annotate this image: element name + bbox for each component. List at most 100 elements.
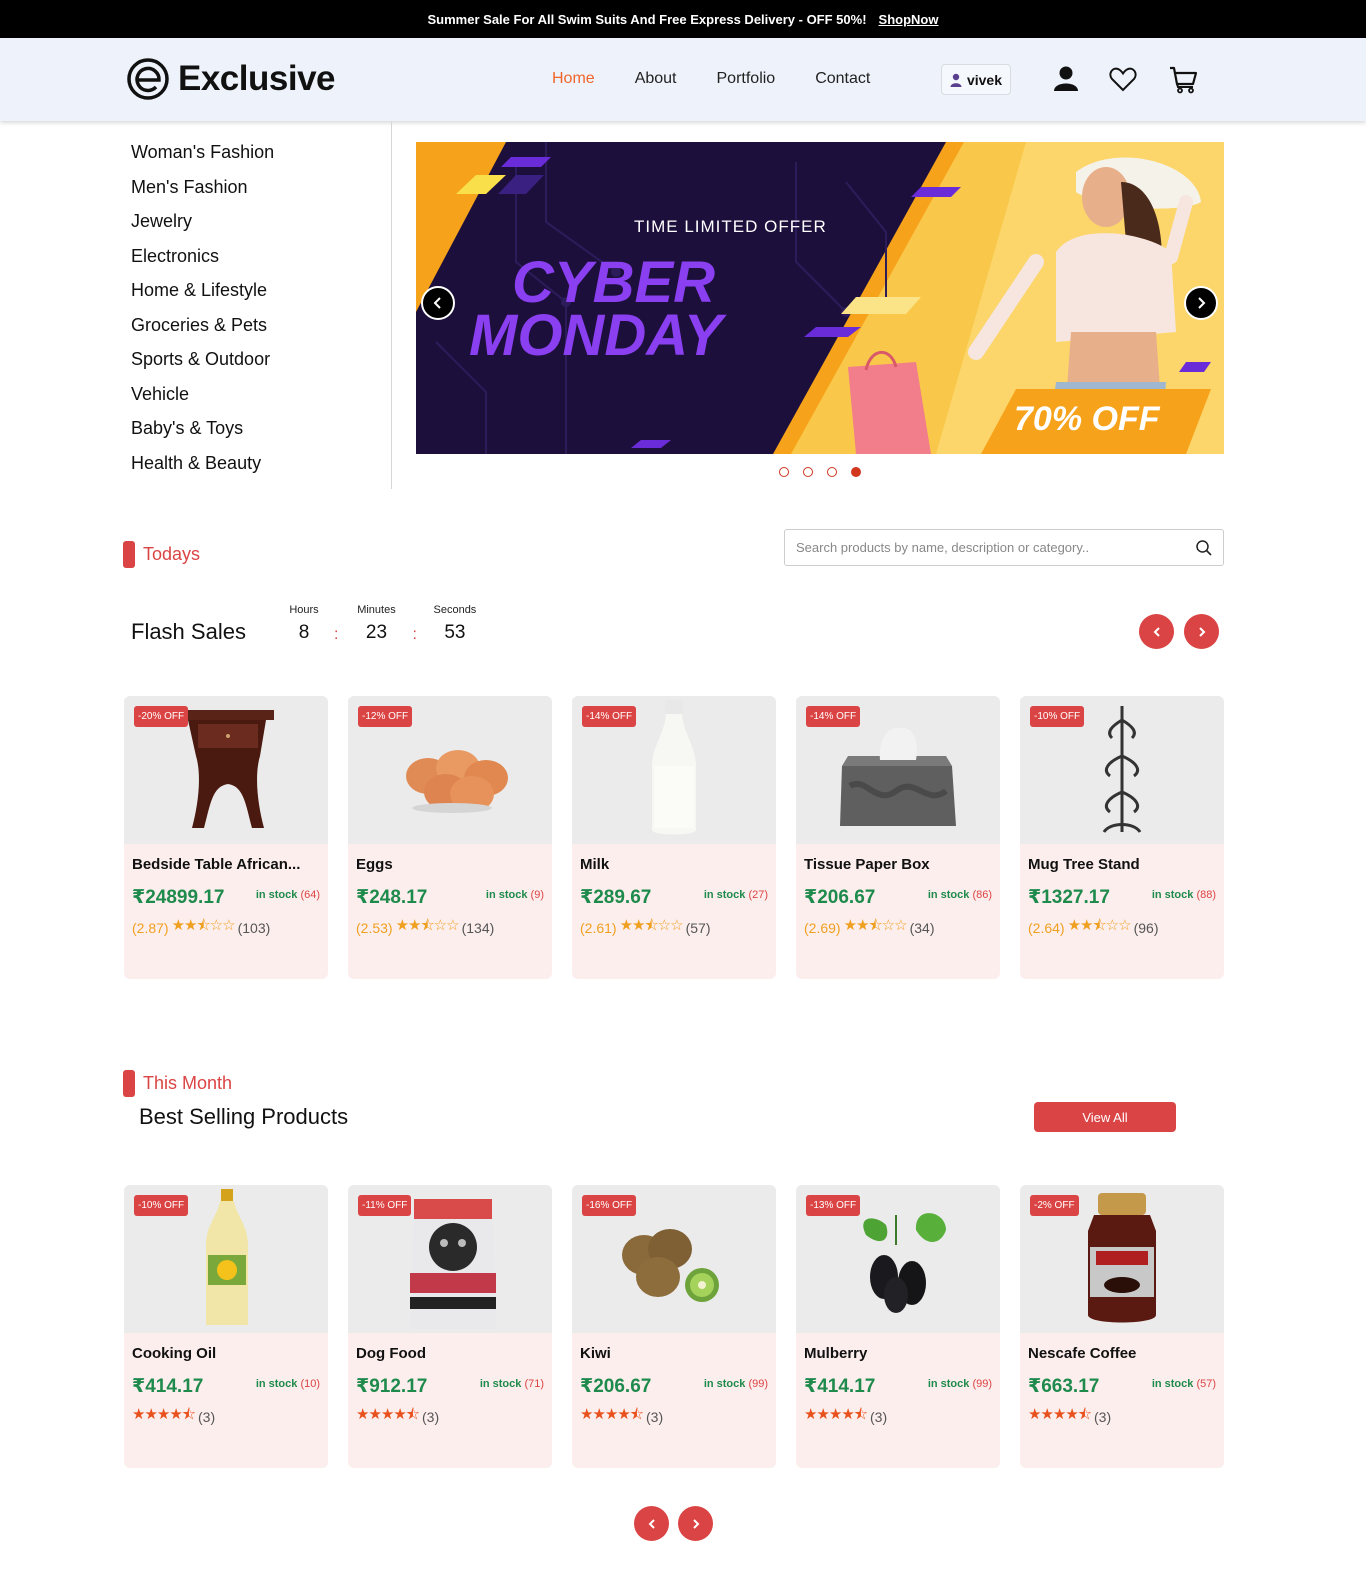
product-price: ₹206.67 [580, 1376, 652, 1397]
timer-minutes-label: Minutes [357, 604, 396, 616]
rating-stars: ★★⯪☆☆ [619, 917, 684, 934]
timer-hours-label: Hours [289, 604, 319, 616]
rating-value: (2.61) [580, 919, 617, 936]
best-selling-prev-button[interactable] [634, 1506, 669, 1541]
flash-sales-title: Flash Sales [131, 619, 246, 644]
hero-dot-1[interactable] [779, 467, 789, 477]
product-card[interactable]: -14% OFF Tissue Paper Box ₹206.67 in stock … [796, 696, 1000, 979]
best-selling-next-button[interactable] [678, 1506, 713, 1541]
category-groceries-pets[interactable]: Groceries & Pets [131, 313, 391, 348]
todays-tag-label: Todays [143, 544, 201, 564]
product-name: Kiwi [580, 1345, 611, 1362]
cart-icon[interactable] [1168, 64, 1198, 94]
category-vehicle[interactable]: Vehicle [131, 382, 391, 417]
flash-prev-button[interactable] [1139, 614, 1174, 649]
todays-tag: Todays [123, 541, 200, 568]
best-selling-title: Best Selling Products [139, 1104, 349, 1129]
category-health-beauty[interactable]: Health & Beauty [131, 451, 391, 486]
rating-stars: ★★⯪☆☆ [1067, 917, 1132, 934]
product-card[interactable]: -12% OFF Eggs ₹248.17 in stock (9) (2.53) ★★⯪… [348, 696, 552, 979]
product-name: Cooking Oil [132, 1345, 217, 1362]
search-input[interactable] [785, 530, 1175, 565]
product-rating: ★★★★⯪ (3) [804, 1404, 887, 1429]
search-icon[interactable] [1195, 539, 1213, 557]
category-mens-fashion[interactable]: Men's Fashion [131, 175, 391, 210]
product-name: Eggs [356, 856, 393, 873]
product-price: ₹663.17 [1028, 1376, 1100, 1397]
sidebar-divider [391, 121, 392, 489]
product-price: ₹24899.17 [132, 887, 225, 908]
hero-kicker: TIME LIMITED OFFER [634, 217, 827, 236]
rating-stars: ★★★★⯪ [580, 1406, 644, 1423]
user-chip[interactable]: vivek [941, 64, 1011, 95]
stock-count: (99) [748, 1378, 768, 1390]
category-electronics[interactable]: Electronics [131, 244, 391, 279]
discount-badge: -12% OFF [358, 706, 413, 727]
category-home-lifestyle[interactable]: Home & Lifestyle [131, 278, 391, 313]
nav-contact[interactable]: Contact [815, 70, 870, 88]
hero-dot-4[interactable] [851, 467, 861, 477]
logo[interactable]: Exclusive [126, 57, 336, 101]
shop-now-link[interactable]: ShopNow [879, 12, 939, 27]
product-name: Mug Tree Stand [1028, 856, 1140, 873]
nav-about[interactable]: About [635, 70, 677, 88]
hero-dot-3[interactable] [827, 467, 837, 477]
product-card[interactable]: -14% OFF Milk ₹289.67 in stock (27) (2.61) ★★… [572, 696, 776, 979]
category-womans-fashion[interactable]: Woman's Fashion [131, 140, 391, 175]
review-count: (57) [685, 919, 711, 936]
category-jewelry[interactable]: Jewelry [131, 209, 391, 244]
hero-pagination [779, 467, 861, 477]
timer-seconds-value: 53 [444, 622, 466, 643]
product-card[interactable]: -20% OFF Bedside Table African... ₹24899.1… [124, 696, 328, 979]
stock-count: (99) [972, 1378, 992, 1390]
stock-status: in stock (71) [479, 1378, 544, 1390]
user-name: vivek [966, 71, 1003, 88]
product-rating: (2.69) ★★⯪☆☆ (34) [804, 915, 934, 940]
discount-badge: -14% OFF [806, 706, 861, 727]
hero-next-button[interactable] [1184, 286, 1218, 320]
review-count: (3) [646, 1408, 664, 1425]
product-rating: ★★★★⯪ (3) [1028, 1404, 1111, 1429]
category-sports-outdoor[interactable]: Sports & Outdoor [131, 347, 391, 382]
product-card[interactable]: -10% OFF Mug Tree Stand ₹1327.17 in stock (… [1020, 696, 1224, 979]
product-card[interactable]: -13% OFF Mulberry ₹414.17 in stock (99) ★★★★… [796, 1185, 1000, 1468]
hero-line2: MONDAY [469, 303, 728, 368]
nav-home[interactable]: Home [552, 70, 595, 88]
review-count: (96) [1133, 919, 1159, 936]
discount-badge: -13% OFF [806, 1195, 861, 1216]
logo-text: Exclusive [178, 59, 336, 98]
product-card[interactable]: -2% OFF Nescafe Coffee ₹663.17 in stock (57… [1020, 1185, 1224, 1468]
rating-value: (2.53) [356, 919, 393, 936]
stock-count: (71) [524, 1378, 544, 1390]
account-icon[interactable] [1051, 64, 1081, 94]
review-count: (3) [422, 1408, 440, 1425]
stock-count: (57) [1196, 1378, 1216, 1390]
product-price: ₹912.17 [356, 1376, 428, 1397]
product-card[interactable]: -16% OFF Kiwi ₹206.67 in stock (99) ★★★★⯪ (3) [572, 1185, 776, 1468]
rating-stars: ★★★★⯪ [132, 1406, 196, 1423]
stock-status: in stock (86) [927, 889, 992, 901]
category-sidebar: Woman's Fashion Men's Fashion Jewelry El… [131, 140, 391, 485]
product-name: Tissue Paper Box [804, 856, 930, 873]
hero-offer: 70% OFF [1014, 400, 1161, 438]
stock-status: in stock (88) [1151, 889, 1216, 901]
product-card[interactable]: -11% OFF Dog Food ₹912.17 in stock (71) ★★★★… [348, 1185, 552, 1468]
flash-next-button[interactable] [1184, 614, 1219, 649]
hero-prev-button[interactable] [421, 286, 455, 320]
tag-bar [123, 1070, 135, 1097]
discount-badge: -10% OFF [134, 1195, 189, 1216]
view-all-button[interactable]: View All [1034, 1102, 1176, 1132]
discount-badge: -20% OFF [134, 706, 189, 727]
category-babys-toys[interactable]: Baby's & Toys [131, 416, 391, 451]
product-name: Dog Food [356, 1345, 426, 1362]
rating-stars: ★★★★⯪ [1028, 1406, 1092, 1423]
product-card[interactable]: -10% OFF Cooking Oil ₹414.17 in stock (10) ★… [124, 1185, 328, 1468]
stock-count: (86) [972, 889, 992, 901]
chevron-right-icon [1198, 626, 1205, 637]
hero-banner[interactable]: TIME LIMITED OFFER CYBER MONDAY 70% OFF [416, 142, 1224, 454]
wishlist-heart-icon[interactable] [1108, 64, 1138, 94]
nav-portfolio[interactable]: Portfolio [717, 70, 776, 88]
rating-value: (2.64) [1028, 919, 1065, 936]
chevron-left-icon [1153, 626, 1160, 637]
hero-dot-2[interactable] [803, 467, 813, 477]
